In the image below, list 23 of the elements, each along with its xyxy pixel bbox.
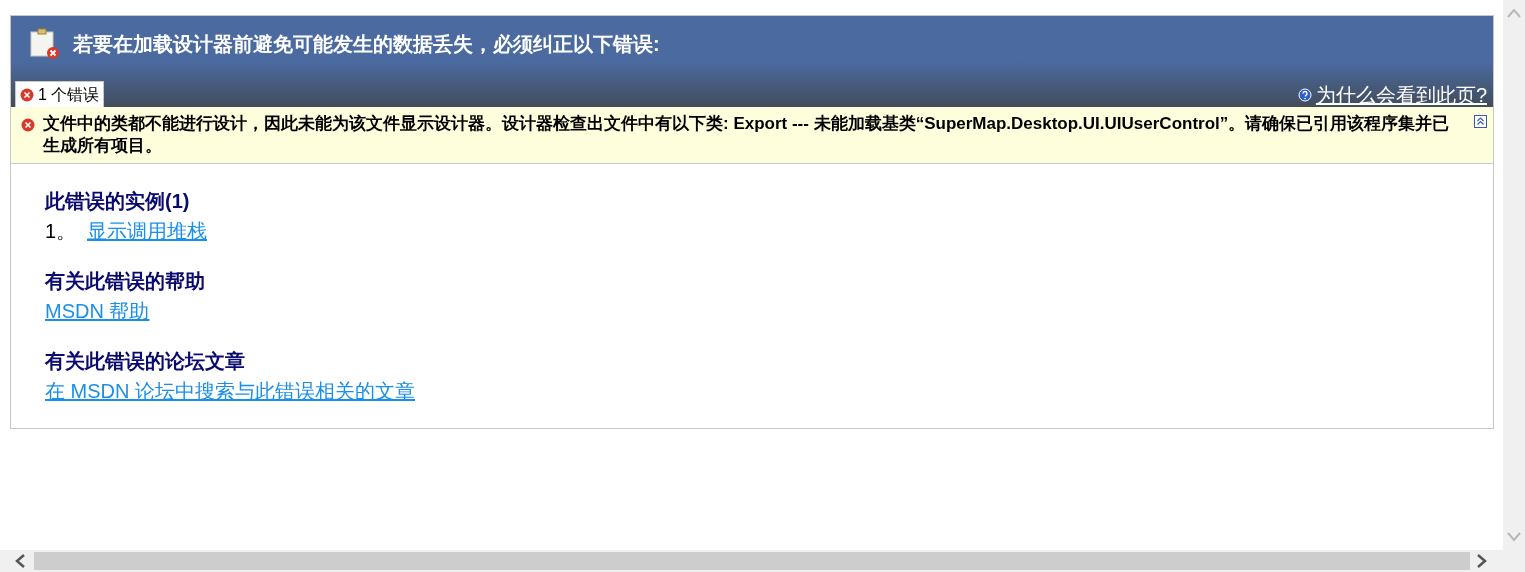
section-heading: 有关此错误的帮助 — [45, 269, 206, 294]
collapse-icon[interactable] — [1474, 115, 1487, 128]
error-tab[interactable]: 1 个错误 — [15, 81, 105, 107]
section-heading: 此错误的实例(1) — [45, 189, 191, 214]
header-title: 若要在加载设计器前避免可能发生的数据丢失，必须纠正以下错误: — [73, 32, 660, 57]
document-error-icon — [29, 28, 61, 60]
scroll-left-icon[interactable] — [14, 553, 26, 569]
scroll-down-icon[interactable] — [1507, 532, 1521, 542]
help-link[interactable]: 为什么会看到此页? — [1315, 85, 1487, 105]
error-message: 文件中的类都不能进行设计，因此未能为该文件显示设计器。设计器检查出文件中有以下类: Export --- 未能加载基类“SuperMap.Desktop.UI.UIUserControl”。请确保已引用该程序集并已生成所有项目。 — [43, 113, 1451, 157]
help-link[interactable]: 显示调用堆栈 — [87, 216, 207, 246]
help-icon — [1297, 88, 1312, 102]
section-heading: 有关此错误的论坛文章 — [45, 349, 246, 374]
scroll-up-icon[interactable] — [1507, 8, 1521, 18]
help-link[interactable]: 在 MSDN 论坛中搜索与此错误相关的文章 — [45, 376, 415, 406]
error-icon — [21, 118, 35, 132]
horizontal-scrollbar[interactable] — [0, 550, 1525, 572]
item-number: 1。 — [45, 219, 78, 244]
scrollbar-thumb[interactable] — [34, 552, 1470, 570]
help-link[interactable]: MSDN 帮助 — [45, 296, 150, 326]
vertical-scrollbar[interactable] — [1503, 0, 1525, 550]
scroll-right-icon[interactable] — [1476, 553, 1488, 569]
error-icon — [20, 87, 34, 102]
